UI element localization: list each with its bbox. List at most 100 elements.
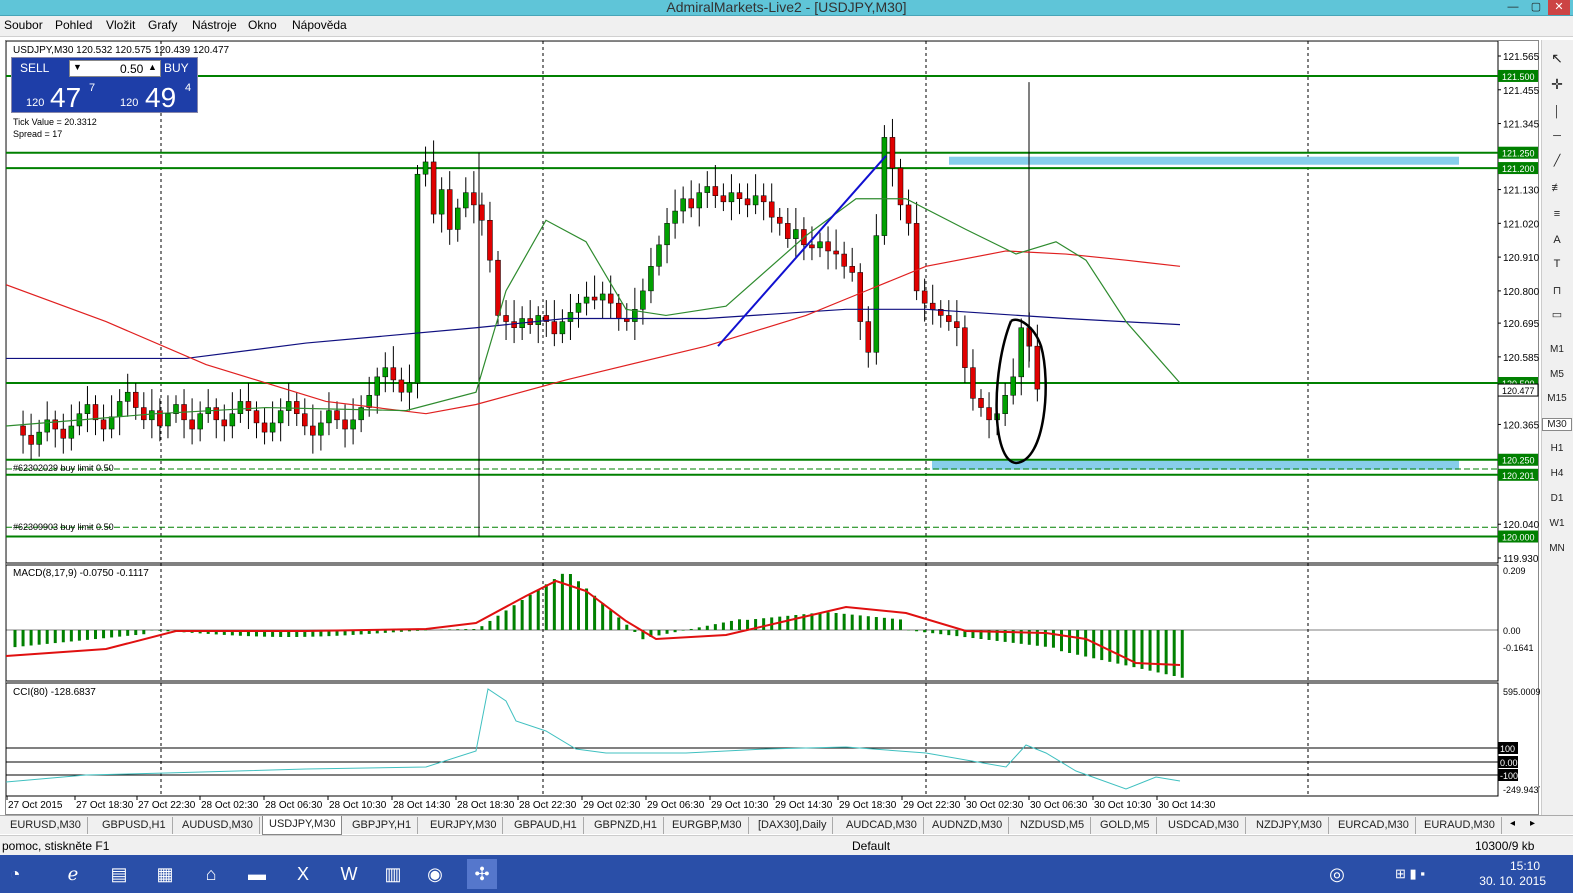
explorer-icon[interactable]: ▤ bbox=[104, 859, 134, 889]
candle-body bbox=[921, 290, 928, 304]
chart-tab[interactable]: USDCAD,M30 bbox=[1162, 817, 1246, 834]
arrow-tool-icon[interactable]: ⊓ bbox=[1542, 284, 1572, 297]
crosshair-icon[interactable]: ✛ bbox=[1542, 76, 1572, 93]
spread-label: Spread = 17 bbox=[13, 129, 62, 139]
macd-histogram-bar bbox=[721, 622, 725, 630]
chart-tab[interactable]: USDJPY,M30 bbox=[262, 816, 343, 835]
price-axis-label: 120.365 bbox=[1503, 420, 1540, 431]
ie-icon[interactable]: ℯ bbox=[58, 859, 88, 889]
start-icon[interactable]: ◔ bbox=[0, 859, 30, 889]
chart-tab[interactable]: AUDUSD,M30 bbox=[176, 817, 260, 834]
channel-icon[interactable]: ≢ bbox=[1542, 182, 1572, 194]
chart-tab[interactable]: EURUSD,M30 bbox=[4, 817, 88, 834]
cursor-icon[interactable]: ↖ bbox=[1542, 50, 1572, 67]
status-profile[interactable]: Default bbox=[852, 839, 890, 853]
text-tool-icon[interactable]: A bbox=[1542, 234, 1572, 246]
chart-tab[interactable]: EURCAD,M30 bbox=[1332, 817, 1416, 834]
menu-pohled[interactable]: Pohled bbox=[55, 18, 92, 32]
chart-tab[interactable]: GBPAUD,H1 bbox=[508, 817, 584, 834]
menu-napoveda[interactable]: Nápověda bbox=[292, 18, 347, 32]
tf-h1[interactable]: H1 bbox=[1542, 443, 1572, 454]
cci-axis-label: 100 bbox=[1500, 744, 1515, 754]
bid-price[interactable]: 47 bbox=[50, 84, 81, 112]
home-icon[interactable]: ⌂ bbox=[196, 859, 226, 889]
metatrader-icon[interactable]: ✣ bbox=[467, 859, 497, 889]
menu-nastroje[interactable]: Nástroje bbox=[192, 18, 237, 32]
tf-m5[interactable]: M5 bbox=[1542, 369, 1572, 380]
fibonacci-icon[interactable]: ≡ bbox=[1542, 208, 1572, 220]
chart-tab[interactable]: NZDUSD,M5 bbox=[1014, 817, 1092, 834]
macd-histogram-bar bbox=[69, 630, 73, 642]
level-tag-label: 121.500 bbox=[1502, 72, 1535, 82]
menu-soubor[interactable]: Soubor bbox=[4, 18, 43, 32]
vertical-line-icon[interactable]: │ bbox=[1542, 106, 1572, 118]
chart-tab[interactable]: EURAUD,M30 bbox=[1418, 817, 1502, 834]
excel-icon[interactable]: X bbox=[288, 859, 318, 889]
horizontal-line-icon[interactable]: ─ bbox=[1542, 130, 1572, 142]
candle-body bbox=[116, 401, 123, 418]
candle-body bbox=[535, 315, 541, 325]
desktop-icon[interactable]: ▬ bbox=[242, 859, 272, 889]
close-icon[interactable]: ✕ bbox=[1548, 0, 1570, 15]
macd-histogram-bar bbox=[738, 619, 741, 630]
folder-icon[interactable]: ▥ bbox=[378, 859, 408, 889]
chart-tab[interactable]: EURGBP,M30 bbox=[666, 817, 749, 834]
buy-button[interactable]: BUY bbox=[164, 61, 189, 75]
chart-tab[interactable]: [DAX30],Daily bbox=[752, 817, 834, 834]
macd-histogram-bar bbox=[142, 630, 146, 635]
sell-button[interactable]: SELL bbox=[20, 61, 49, 75]
candle-body bbox=[616, 302, 622, 319]
candle-body bbox=[446, 189, 453, 230]
status-bar: pomoc, stiskněte F1 Default 10300/9 kb bbox=[0, 835, 1573, 855]
candle-body bbox=[688, 198, 694, 209]
chart-tab[interactable]: AUDNZD,M30 bbox=[926, 817, 1010, 834]
price-chart[interactable]: 121.565 121.455 121.345 121.130 121.020 120.9… bbox=[5, 40, 1544, 816]
price-axis-label: 121.565 bbox=[1503, 52, 1540, 63]
app-tray-icon[interactable]: ◎ bbox=[1322, 859, 1352, 889]
tf-m15[interactable]: M15 bbox=[1542, 393, 1572, 404]
candle-body bbox=[213, 407, 219, 421]
tf-m30[interactable]: M30 bbox=[1542, 418, 1572, 431]
chart-tab[interactable]: NZDJPY,M30 bbox=[1250, 817, 1329, 834]
level-tag-label: 121.250 bbox=[1502, 149, 1535, 159]
chart-window[interactable]: 121.565 121.455 121.345 121.130 121.020 120.9… bbox=[5, 40, 1544, 816]
macd-histogram-bar bbox=[866, 616, 870, 630]
trendline-icon[interactable]: ╱ bbox=[1542, 154, 1572, 167]
tf-m1[interactable]: M1 bbox=[1542, 344, 1572, 355]
macd-histogram-bar bbox=[110, 630, 114, 638]
menu-vlozit[interactable]: Vložit bbox=[106, 18, 135, 32]
tf-h4[interactable]: H4 bbox=[1542, 468, 1572, 479]
tf-mn[interactable]: MN bbox=[1542, 543, 1572, 554]
resistance-zone bbox=[949, 156, 1459, 165]
store-icon[interactable]: ▦ bbox=[150, 859, 180, 889]
tray-icons[interactable]: ⊞ ▮ ▪ bbox=[1395, 859, 1425, 889]
tf-d1[interactable]: D1 bbox=[1542, 493, 1572, 504]
chart-tab[interactable]: GBPNZD,H1 bbox=[588, 817, 664, 834]
chart-tab[interactable]: GOLD,M5 bbox=[1094, 817, 1157, 834]
lot-input[interactable]: ▼ 0.50 ▲ bbox=[69, 60, 161, 77]
lot-down-icon[interactable]: ▼ bbox=[73, 62, 82, 72]
tf-w1[interactable]: W1 bbox=[1542, 518, 1572, 529]
menu-grafy[interactable]: Grafy bbox=[148, 18, 177, 32]
word-icon[interactable]: W bbox=[334, 859, 364, 889]
menu-okno[interactable]: Okno bbox=[248, 18, 277, 32]
chrome-icon[interactable]: ◉ bbox=[420, 859, 450, 889]
chart-tab[interactable]: AUDCAD,M30 bbox=[840, 817, 924, 834]
lot-up-icon[interactable]: ▲ bbox=[148, 62, 157, 72]
chart-tab[interactable]: EURJPY,M30 bbox=[424, 817, 504, 834]
macd-histogram-bar bbox=[45, 630, 49, 644]
time-axis-label: 30 Oct 10:30 bbox=[1094, 800, 1152, 811]
minimize-icon[interactable]: — bbox=[1502, 0, 1524, 15]
rectangle-tool-icon[interactable]: ▭ bbox=[1542, 308, 1572, 321]
macd-axis-label: 0.209 bbox=[1503, 566, 1526, 576]
tab-scroll-left-icon[interactable]: ◂ bbox=[1510, 818, 1515, 829]
tab-scroll-right-icon[interactable]: ▸ bbox=[1530, 818, 1535, 829]
maximize-icon[interactable]: ▢ bbox=[1525, 0, 1547, 15]
chart-tab[interactable]: GBPUSD,H1 bbox=[96, 817, 173, 834]
ask-price[interactable]: 49 bbox=[145, 84, 176, 112]
chart-tab[interactable]: GBPJPY,H1 bbox=[346, 817, 419, 834]
macd-histogram-bar bbox=[617, 617, 621, 630]
label-tool-icon[interactable]: T bbox=[1542, 258, 1572, 270]
pending-order-label: #62302029 buy limit 0.50 bbox=[13, 463, 114, 473]
candle-body bbox=[946, 315, 952, 322]
